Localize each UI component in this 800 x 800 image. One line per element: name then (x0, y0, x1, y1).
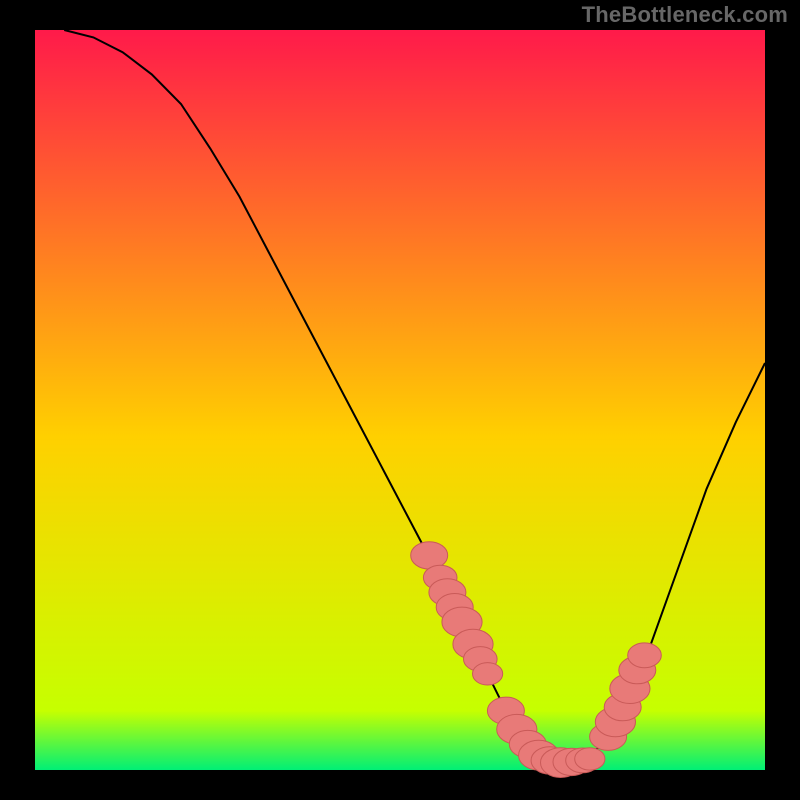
marker-dot (473, 663, 503, 685)
chart-container: TheBottleneck.com (0, 0, 800, 800)
marker-dot (575, 748, 605, 770)
marker-dot (628, 643, 662, 668)
bottleneck-chart (0, 0, 800, 800)
watermark-text: TheBottleneck.com (582, 2, 788, 28)
